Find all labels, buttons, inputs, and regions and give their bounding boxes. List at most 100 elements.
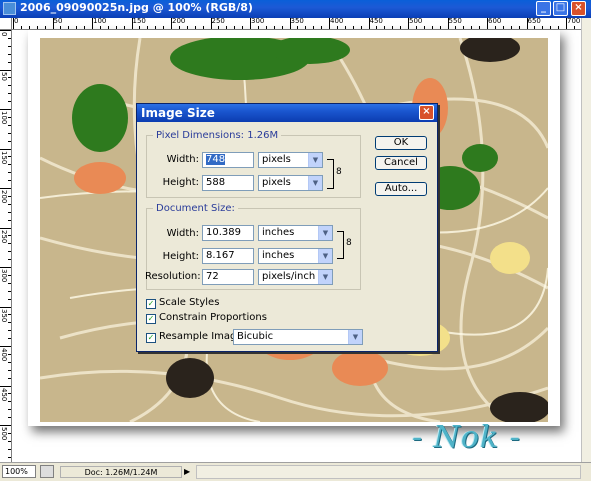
ruler-tick <box>344 26 346 29</box>
ruler-tick <box>273 26 275 29</box>
ruler-tick <box>8 259 11 261</box>
ruler-number: 100 <box>93 18 107 25</box>
ruler-tick <box>13 18 14 29</box>
ruler-tick <box>8 251 11 253</box>
doc-width-label: Width: <box>166 228 199 239</box>
ruler-tick <box>558 26 560 29</box>
vertical-scrollbar[interactable] <box>581 18 591 462</box>
ruler-tick <box>368 18 370 29</box>
ruler-tick <box>147 26 149 29</box>
maximize-button[interactable]: □ <box>553 1 568 16</box>
ruler-tick <box>502 26 504 29</box>
ruler-tick <box>8 448 11 450</box>
ruler-tick <box>0 425 11 426</box>
chevron-down-icon: ▼ <box>318 270 332 284</box>
ruler-number: 500 <box>0 427 8 441</box>
scale-styles-checkbox[interactable]: ✓ Scale Styles <box>146 297 219 309</box>
ruler-tick <box>8 53 11 55</box>
ruler-tick <box>415 26 417 29</box>
ruler-tick <box>8 156 11 158</box>
ruler-number: 50 <box>53 18 63 25</box>
resolution-input[interactable]: 72 <box>202 269 254 285</box>
ruler-tick <box>463 26 465 29</box>
ok-button[interactable]: OK <box>375 136 427 150</box>
ruler-tick <box>20 26 22 29</box>
ruler-tick <box>107 26 109 29</box>
resample-method-select[interactable]: Bicubic ▼ <box>233 329 363 345</box>
ruler-tick <box>8 338 11 340</box>
horizontal-ruler[interactable]: 0 50 100 150 200 250 300 350 400 450 500 550 600 650 7… <box>11 18 581 30</box>
doc-width-input[interactable]: 10.389 <box>202 225 254 241</box>
pixel-width-input[interactable]: 748 <box>202 152 254 168</box>
pixel-link-bracket <box>327 159 334 189</box>
pixel-width-label: Width: <box>166 154 199 165</box>
ruler-tick <box>131 18 133 29</box>
constrain-proportions-checkbox[interactable]: ✓ Constrain Proportions <box>146 312 267 324</box>
ruler-tick <box>384 26 386 29</box>
dialog-close-button[interactable]: × <box>419 105 434 120</box>
ruler-tick <box>0 267 11 268</box>
pixel-width-unit: pixels <box>262 154 291 165</box>
ruler-tick <box>550 26 552 29</box>
ruler-number: 250 <box>0 229 8 243</box>
resample-image-checkbox[interactable]: ✓ Resample Image: <box>146 331 246 343</box>
ruler-tick <box>8 282 11 284</box>
ruler-tick <box>8 45 11 47</box>
minimize-button[interactable]: _ <box>536 1 551 16</box>
ruler-number: 700 <box>567 18 581 25</box>
ruler-tick <box>123 26 125 29</box>
ruler-tick <box>36 26 38 29</box>
ruler-tick <box>210 18 212 29</box>
ruler-tick <box>8 440 11 442</box>
doc-height-label: Height: <box>162 251 199 262</box>
ruler-tick <box>8 401 11 403</box>
doc-width-unit-select[interactable]: inches ▼ <box>258 225 333 241</box>
signature-watermark: - Nok - <box>412 420 521 455</box>
scale-styles-label: Scale Styles <box>159 297 220 308</box>
ruler-tick <box>139 26 141 29</box>
ruler-tick <box>518 26 520 29</box>
horizontal-scrollbar[interactable] <box>196 465 581 479</box>
ruler-number: 200 <box>0 190 8 204</box>
ruler-tick <box>218 26 220 29</box>
ruler-number: 100 <box>0 111 8 125</box>
constrain-proportions-label: Constrain Proportions <box>159 312 267 323</box>
ruler-tick <box>534 26 536 29</box>
resolution-unit-select[interactable]: pixels/inch ▼ <box>258 269 333 285</box>
ruler-tick <box>455 26 457 29</box>
dialog-titlebar[interactable]: Image Size × <box>137 104 437 122</box>
ruler-tick <box>8 77 11 79</box>
window-titlebar[interactable]: 2006_09090025n.jpg @ 100% (RGB/8) _ □ × <box>0 0 591 18</box>
ruler-tick <box>52 18 54 29</box>
zoom-level-field[interactable]: 100% <box>2 465 36 478</box>
ruler-tick <box>8 314 11 316</box>
doc-height-input[interactable]: 8.167 <box>202 248 254 264</box>
link-chain-icon: 8 <box>336 167 342 177</box>
ruler-number: 250 <box>211 18 225 25</box>
ruler-tick <box>8 298 11 300</box>
ruler-tick <box>8 180 11 182</box>
close-button[interactable]: × <box>571 1 586 16</box>
cancel-button[interactable]: Cancel <box>375 156 427 170</box>
ruler-tick <box>0 346 11 347</box>
pixel-height-input[interactable]: 588 <box>202 175 254 191</box>
checkmark-icon: ✓ <box>146 333 156 343</box>
ruler-tick <box>8 61 11 63</box>
pixel-height-label: Height: <box>162 177 199 188</box>
ruler-tick <box>305 26 307 29</box>
pixel-width-unit-select[interactable]: pixels ▼ <box>258 152 323 168</box>
ruler-origin[interactable] <box>0 18 12 30</box>
chevron-down-icon: ▼ <box>308 176 322 190</box>
status-menu-arrow-icon[interactable]: ▶ <box>184 466 194 478</box>
ruler-tick <box>155 26 157 29</box>
image-size-dialog: Image Size × Pixel Dimensions: 1.26M Wid… <box>136 103 438 352</box>
pixel-height-unit-select[interactable]: pixels ▼ <box>258 175 323 191</box>
ruler-tick <box>8 116 11 118</box>
ruler-tick <box>84 26 86 29</box>
auto-button[interactable]: Auto... <box>375 182 427 196</box>
chevron-down-icon: ▼ <box>318 249 332 263</box>
vertical-ruler[interactable]: 050100150200250300350400450500550 <box>0 18 12 462</box>
quick-mask-icon[interactable] <box>40 465 54 478</box>
document-size-info: Doc: 1.26M/1.24M <box>60 466 182 478</box>
doc-height-unit-select[interactable]: inches ▼ <box>258 248 333 264</box>
